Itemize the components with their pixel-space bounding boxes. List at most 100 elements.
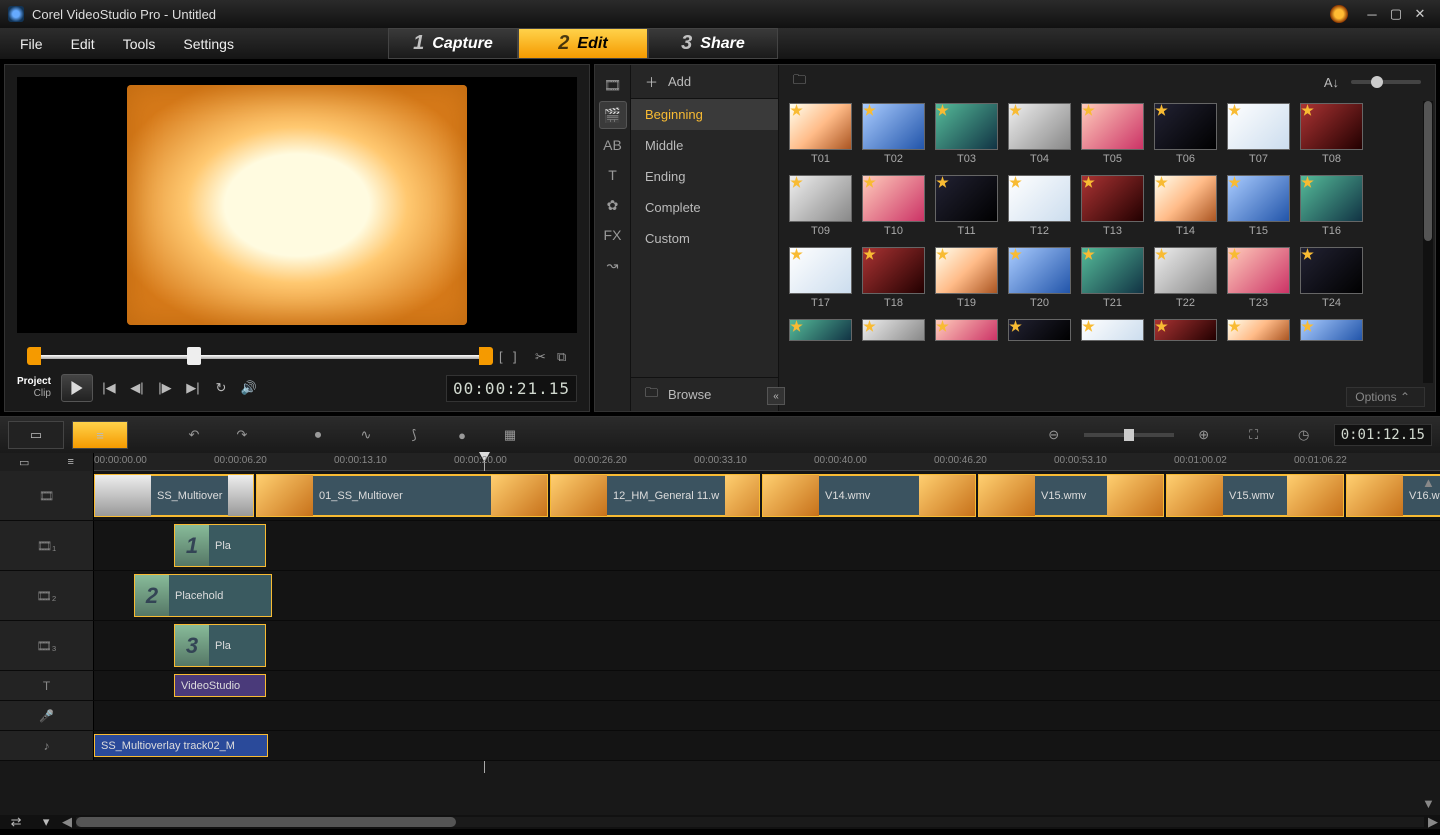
template-thumb[interactable] [1081, 319, 1144, 341]
auto-scroll-icon[interactable]: ⇄ [11, 814, 22, 830]
track-video-header[interactable]: 🎞 [0, 471, 94, 520]
overlay2-clip[interactable]: 2Placehold [134, 574, 272, 617]
template-thumb[interactable] [1227, 319, 1290, 341]
template-thumb[interactable]: T10 [862, 175, 925, 237]
step-capture[interactable]: 1Capture [388, 28, 518, 59]
menu-settings[interactable]: Settings [169, 30, 248, 58]
instant-project-tab-icon[interactable]: 🎬 [599, 101, 627, 129]
track-overlay-1-body[interactable]: 1Pla [94, 521, 1440, 570]
playback-mode[interactable]: Project Clip [17, 376, 51, 400]
title-clip[interactable]: VideoStudio [174, 674, 266, 697]
multi-trim-button[interactable]: ● [448, 421, 476, 449]
template-thumb[interactable]: T18 [862, 247, 925, 309]
split-button[interactable]: ✂ [535, 349, 551, 365]
go-start-button[interactable]: |◀ [97, 376, 121, 400]
template-thumb[interactable]: T14 [1154, 175, 1217, 237]
step-share[interactable]: 3Share [648, 28, 778, 59]
mark-in-handle[interactable] [27, 347, 41, 365]
template-thumb[interactable] [1154, 319, 1217, 341]
track-music-header[interactable]: ♪ [0, 731, 94, 760]
category-ending[interactable]: Ending [631, 161, 778, 192]
category-beginning[interactable]: Beginning [631, 99, 778, 130]
h-scroll-thumb[interactable] [76, 817, 456, 827]
track-overlay-2-body[interactable]: 2Placehold [94, 571, 1440, 620]
media-tab-icon[interactable]: 🎞 [599, 71, 627, 99]
menu-tools[interactable]: Tools [109, 30, 170, 58]
close-button[interactable]: ✕ [1408, 5, 1432, 23]
track-video-body[interactable]: SS_Multiover01_SS_Multiover12_HM_General… [94, 471, 1440, 520]
track-overlay-2-header[interactable]: 🎞₂ [0, 571, 94, 620]
timeline-h-scrollbar[interactable]: ⇄ ▾ ◀ ▶ [0, 815, 1440, 829]
volume-button[interactable]: 🔊 [237, 376, 261, 400]
template-thumb[interactable]: T21 [1081, 247, 1144, 309]
template-thumb[interactable]: T23 [1227, 247, 1290, 309]
zoom-slider[interactable] [1084, 433, 1174, 437]
filter-tab-icon[interactable]: FX [599, 221, 627, 249]
template-thumb[interactable]: T02 [862, 103, 925, 165]
timeline-view-button[interactable]: ≡ [72, 421, 128, 449]
guide-icon[interactable] [1330, 5, 1348, 23]
template-thumb[interactable] [1300, 319, 1363, 341]
template-thumb[interactable]: T07 [1227, 103, 1290, 165]
trim-bar[interactable]: [ ] ✂ ⧉ [17, 345, 577, 371]
template-thumb[interactable]: T20 [1008, 247, 1071, 309]
category-custom[interactable]: Custom [631, 223, 778, 254]
template-thumb[interactable]: T05 [1081, 103, 1144, 165]
template-thumb[interactable]: T24 [1300, 247, 1363, 309]
template-thumb[interactable] [789, 319, 852, 341]
track-title-body[interactable]: VideoStudio [94, 671, 1440, 700]
category-middle[interactable]: Middle [631, 130, 778, 161]
step-edit[interactable]: 2Edit [518, 28, 648, 59]
audio-mixer-button[interactable]: ∿ [352, 421, 380, 449]
template-thumb[interactable]: T17 [789, 247, 852, 309]
toggle-all-tracks-icon[interactable]: ▭ [19, 456, 29, 469]
track-manager-button[interactable]: ▦ [496, 421, 524, 449]
template-thumb[interactable]: T06 [1154, 103, 1217, 165]
minimize-button[interactable]: ─ [1360, 5, 1384, 23]
storyboard-view-button[interactable]: ▭ [8, 421, 64, 449]
go-end-button[interactable]: ▶| [181, 376, 205, 400]
template-thumb[interactable]: T01 [789, 103, 852, 165]
track-list-icon[interactable]: ≡ [68, 456, 74, 468]
track-overlay-3-body[interactable]: 3Pla [94, 621, 1440, 670]
video-clip[interactable]: 12_HM_General 11.w [550, 474, 760, 517]
template-thumb[interactable]: T03 [935, 103, 998, 165]
track-overlay-1-header[interactable]: 🎞₁ [0, 521, 94, 570]
project-duration[interactable]: 0:01:12.15 [1334, 424, 1432, 446]
graphic-tab-icon[interactable]: ✿ [599, 191, 627, 219]
template-thumb[interactable]: T09 [789, 175, 852, 237]
import-folder-button[interactable]: 🗀 [793, 71, 806, 93]
repeat-button[interactable]: ↻ [209, 376, 233, 400]
play-button[interactable] [61, 374, 93, 402]
mark-out-button[interactable]: ] [513, 349, 529, 365]
track-voice-header[interactable]: 🎤 [0, 701, 94, 730]
undo-button[interactable]: ↶ [180, 421, 208, 449]
scroll-left-button[interactable]: ◀ [60, 814, 74, 830]
preview-timecode[interactable]: 00:00:21.15 [446, 375, 577, 402]
redo-button[interactable]: ↷ [228, 421, 256, 449]
time-ruler[interactable]: 00:00:00.0000:00:06.2000:00:13.1000:00:2… [94, 453, 1440, 471]
preview-viewport[interactable] [17, 77, 577, 333]
expand-library-button[interactable]: « [767, 387, 785, 405]
sort-button[interactable]: A↓ [1324, 75, 1339, 90]
mark-out-handle[interactable] [479, 347, 493, 365]
category-complete[interactable]: Complete [631, 192, 778, 223]
scroll-right-button[interactable]: ▶ [1426, 814, 1440, 830]
template-thumb[interactable] [935, 319, 998, 341]
next-frame-button[interactable]: |▶ [153, 376, 177, 400]
template-thumb[interactable]: T04 [1008, 103, 1071, 165]
scroll-down-button[interactable]: ▼ [1422, 796, 1436, 811]
library-wheel-icon[interactable] [818, 74, 834, 90]
video-clip[interactable]: V14.wmv [762, 474, 976, 517]
fit-project-button[interactable]: ⛶ [1240, 421, 1268, 449]
video-clip[interactable]: SS_Multiover [94, 474, 254, 517]
video-clip[interactable]: V15.wmv [978, 474, 1164, 517]
template-thumb[interactable]: T19 [935, 247, 998, 309]
browse-button[interactable]: 🗀Browse [631, 377, 778, 411]
track-title-header[interactable]: T [0, 671, 94, 700]
template-thumb[interactable]: T12 [1008, 175, 1071, 237]
trim-track[interactable] [35, 355, 487, 359]
scroll-options-icon[interactable]: ▾ [43, 814, 50, 830]
menu-file[interactable]: File [6, 30, 57, 58]
template-thumb[interactable]: T16 [1300, 175, 1363, 237]
